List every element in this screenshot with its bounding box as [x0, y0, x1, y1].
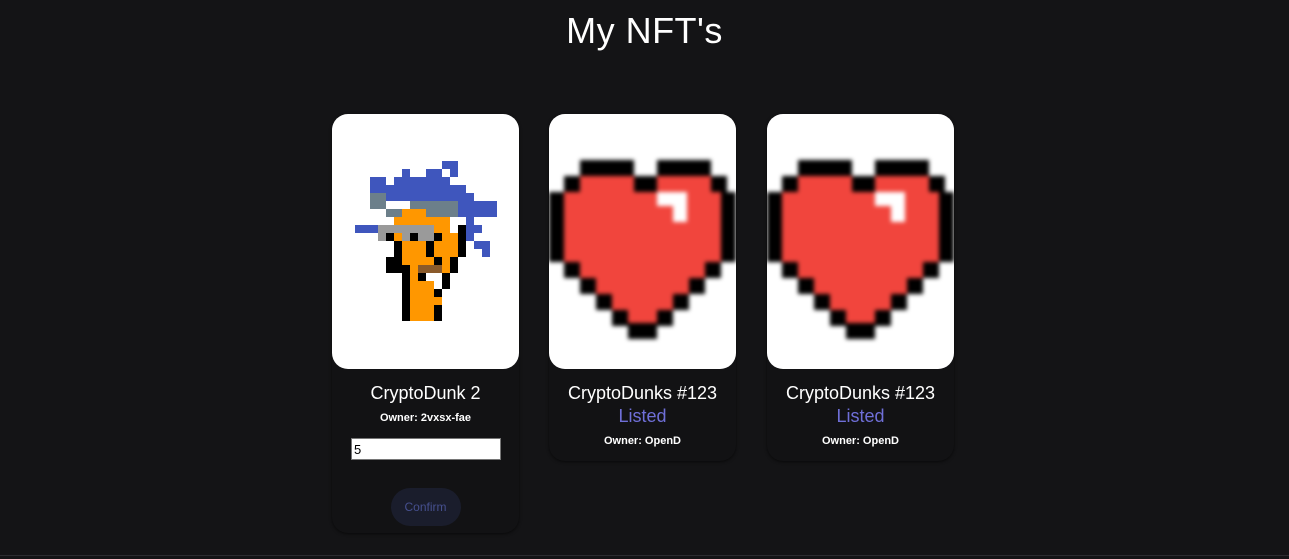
- nft-name: CryptoDunk 2: [370, 383, 481, 403]
- nft-image[interactable]: [767, 114, 954, 369]
- divider: [0, 555, 1289, 556]
- nft-card: CryptoDunks #123 Listed Owner: OpenD: [767, 114, 954, 461]
- nft-owner: Owner: 2vxsx-fae: [379, 412, 472, 424]
- nft-name: CryptoDunks #123: [785, 383, 936, 403]
- listed-status: Listed: [836, 406, 885, 426]
- nft-owner: Owner: OpenD: [603, 435, 681, 447]
- page-title: My NFT's: [566, 10, 723, 51]
- pixel-heart-icon: [549, 160, 736, 339]
- page: My NFT's CryptoDunk 2 Owner: 2vxsx-fae 5…: [0, 0, 1289, 559]
- nft-image[interactable]: [549, 114, 736, 369]
- nft-name: CryptoDunks #123: [567, 383, 718, 403]
- nft-card: CryptoDunk 2 Owner: 2vxsx-fae Confirm: [332, 114, 519, 533]
- nft-owner: Owner: OpenD: [821, 435, 899, 447]
- price-input[interactable]: [351, 438, 501, 460]
- nft-image[interactable]: [332, 114, 519, 369]
- listed-status: Listed: [618, 406, 667, 426]
- pixel-punk-icon: [355, 161, 497, 321]
- nft-card: CryptoDunks #123 Listed Owner: OpenD: [549, 114, 736, 461]
- pixel-heart-icon: [767, 160, 954, 339]
- confirm-button[interactable]: Confirm: [390, 488, 461, 526]
